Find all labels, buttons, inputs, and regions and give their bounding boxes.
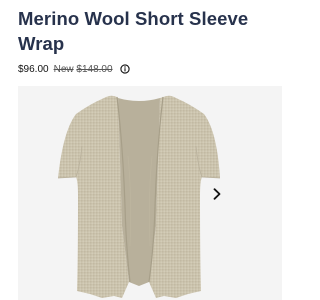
compare-prefix: New: [53, 63, 74, 75]
info-icon[interactable]: [119, 64, 130, 74]
compare-at-price: New $148.00: [54, 64, 113, 75]
product-image: [57, 95, 221, 298]
next-image-button[interactable]: [210, 186, 224, 202]
product-page: Merino Wool Short Sleeve Wrap $96.00 New…: [0, 0, 300, 300]
chevron-right-icon: [213, 188, 221, 200]
price-row: $96.00 New $148.00: [18, 62, 130, 76]
current-price: $96.00: [18, 63, 49, 75]
compare-price-value: $148.00: [76, 63, 113, 75]
product-image-gallery[interactable]: [18, 86, 282, 300]
product-title: Merino Wool Short Sleeve Wrap: [18, 8, 249, 54]
